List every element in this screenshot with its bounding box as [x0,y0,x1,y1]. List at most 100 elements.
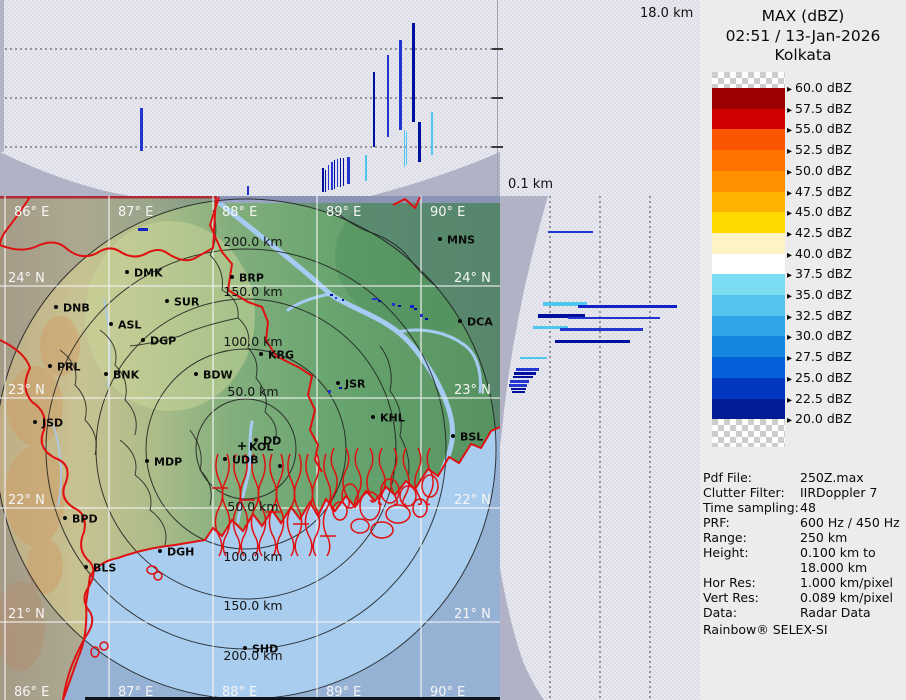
longitude-label: 88° E [222,205,257,220]
longitude-label: 88° E [222,685,257,700]
info-value: 250 km [800,530,847,545]
scale-label: 35.0 dBZ [795,287,852,302]
info-row: Hor Res:1.000 km/pixel [703,575,906,590]
info-value: 0.089 km/pixel [800,590,893,605]
city-marker [194,372,198,376]
latitude-label: 24° N [454,271,491,286]
info-value: 18.000 km [800,560,867,575]
legend-title-block: MAX (dBZ) 02:51 / 13-Jan-2026 Kolkata [700,7,906,66]
city-marker [451,434,455,438]
echo-bar [387,55,389,137]
scale-label-row: ▸45.0 dBZ [787,204,852,219]
city-label: DNB [63,302,90,315]
echo-bar [511,388,526,390]
colorbar-cell [712,378,785,399]
product-title: MAX (dBZ) [700,7,906,27]
scale-label-row: ▸35.0 dBZ [787,287,852,302]
longitude-label: 89° E [326,205,361,220]
city-marker [104,372,108,376]
scale-tick-arrow-icon: ▸ [787,374,792,385]
scale-tick-arrow-icon: ▸ [787,146,792,157]
echo-bar [328,165,329,190]
legend-panel: MAX (dBZ) 02:51 / 13-Jan-2026 Kolkata ▸6… [700,0,906,700]
echo-bar [373,72,375,147]
latitude-label: 22° N [8,493,45,508]
scale-label: 50.0 dBZ [795,163,852,178]
colorbar-cell [712,129,785,150]
city-label: JSR [344,378,366,391]
info-value: 1.000 km/pixel [800,575,893,590]
echo-bar [568,317,660,319]
echo-pixel [378,300,381,302]
scale-tick-arrow-icon: ▸ [787,312,792,323]
info-value: 48 [800,500,816,515]
echo-bar [418,122,421,162]
city-label: ASL [118,319,141,332]
colorbar-cell [712,316,785,337]
latitude-label: 21° N [454,607,491,622]
city-marker [33,420,37,424]
radar-map: 86° E86° E87° E87° E88° E88° E89° E89° E… [0,196,500,700]
longitude-label: 87° E [118,205,153,220]
scale-label: 27.5 dBZ [795,349,852,364]
city-marker [63,516,67,520]
height-gridlines [550,196,650,700]
info-row: PRF:600 Hz / 450 Hz [703,515,906,530]
radar-site: Kolkata [700,46,906,66]
city-label: BSL [460,431,483,444]
radar-display-window: 18.0 km 0.1 km [0,0,906,700]
scale-label-row: ▸57.5 dBZ [787,101,852,116]
latitude-label: 21° N [8,607,45,622]
echo-bar [555,340,630,343]
zy-projection-panel [500,196,700,700]
colorbar-cell [712,192,785,213]
scale-tick-arrow-icon: ▸ [787,188,792,199]
scale-label: 55.0 dBZ [795,121,852,136]
colorbar-cell [712,212,785,233]
info-value: 250Z.max [800,470,864,485]
city-label: SHD [252,643,278,656]
scale-label-row: ▸55.0 dBZ [787,121,852,136]
echo-bar [431,112,433,155]
scale-label: 25.0 dBZ [795,370,852,385]
info-label: Height: [703,545,800,560]
colorbar-cell [712,150,785,171]
echo-pixel [342,299,344,301]
echo-bar [331,162,333,190]
scale-tick-arrow-icon: ▸ [787,167,792,178]
height-gridlines [0,49,497,147]
scale-tick-arrow-icon: ▸ [787,105,792,116]
scale-tick-arrow-icon: ▸ [787,84,792,95]
colorbar-cell [712,357,785,378]
info-label: PRF: [703,515,800,530]
longitude-label: 86° E [14,685,49,700]
info-value: 0.100 km to [800,545,876,560]
city-marker [230,275,234,279]
colorbar-cell-transparent [712,419,785,447]
info-label: Time sampling: [703,500,800,515]
echo-bar [343,158,344,186]
scale-label-row: ▸47.5 dBZ [787,184,852,199]
range-ring-label: 150.0 km [223,284,282,299]
colorbar-cell [712,171,785,192]
height-tick [492,97,503,99]
range-ring-label: 200.0 km [223,234,282,249]
echo-bar [412,23,415,122]
info-row: Height:0.100 km to [703,545,906,560]
colorbar-cell-transparent [712,72,785,88]
scale-tick-arrow-icon: ▸ [787,208,792,219]
city-label: UDB [232,454,258,467]
info-row: Range:250 km [703,530,906,545]
echo-pixel [138,228,148,231]
echo-bar [399,40,402,130]
city-label: DGH [167,546,194,559]
city-label: BNK [113,369,140,382]
echo-pixel [414,308,417,310]
city-label: MDP [154,456,182,469]
range-ring-label: 150.0 km [223,598,282,613]
echo-bar [406,132,407,165]
scale-label-row: ▸32.5 dBZ [787,308,852,323]
radar-map-panel: 86° E86° E87° E87° E88° E88° E89° E89° E… [0,196,500,700]
scale-label-row: ▸42.5 dBZ [787,225,852,240]
city-marker [48,364,52,368]
